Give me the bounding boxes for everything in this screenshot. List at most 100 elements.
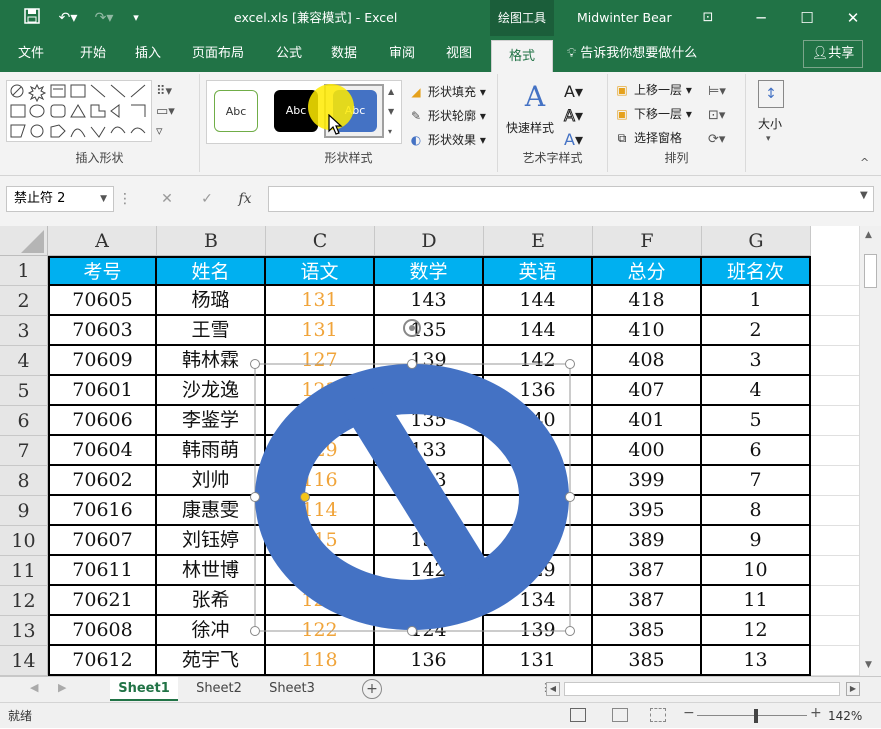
mouse-pointer-icon	[328, 114, 343, 135]
group-wordart-styles: A 快速样式 A▾ A▾ A▾ 艺术字样式	[498, 74, 608, 172]
scroll-up-icon[interactable]: ▲	[865, 230, 872, 240]
scroll-left-icon[interactable]: ◀	[546, 682, 560, 696]
maximize-button[interactable]: ☐	[784, 0, 830, 36]
tab-format[interactable]: 格式	[491, 40, 553, 72]
worksheet-grid: ABCDEFG 1 2 3 4 5 6 7 8 9 10 11 12 13 14 考号 姓名 语文 数学 英语 总分…	[0, 226, 881, 676]
tab-page-layout[interactable]: 页面布局	[192, 36, 244, 72]
sheet-tab-bar: ◀ ▶ Sheet1 Sheet2 Sheet3 + ⋮ ◀ ▶	[0, 676, 881, 702]
ribbon-display-icon[interactable]: ⊡	[685, 0, 731, 36]
zoom-slider[interactable]	[697, 715, 807, 716]
formula-bar: 禁止符 2 ▼ ⋮ ✕ ✓ fx ▼	[0, 176, 881, 226]
title-bar: ↶▾ ↷▾ ▾ excel.xls [兼容模式] - Excel 绘图工具 Mi…	[0, 0, 881, 36]
shape-effects-button[interactable]: ◐ 形状效果 ▾	[408, 130, 486, 150]
person-icon: 👤︎	[811, 46, 829, 61]
rotate-handle-icon	[403, 319, 421, 337]
send-backward-button[interactable]: ▣ 下移一层 ▾	[614, 104, 692, 124]
shape-effects-label: 形状效果	[428, 133, 477, 147]
shape-outline-button[interactable]: ✎ 形状轮廓 ▾	[408, 106, 486, 126]
quick-styles-label[interactable]: 快速样式	[506, 118, 554, 138]
minimize-button[interactable]: ─	[738, 0, 784, 36]
shape-gallery-icons	[10, 83, 146, 138]
vertical-scroll-thumb[interactable]	[864, 254, 877, 288]
sheet-tab-2[interactable]: Sheet2	[185, 677, 253, 701]
horizontal-scrollbar[interactable]	[564, 682, 840, 696]
drawing-tools-context-tab: 绘图工具	[490, 0, 554, 36]
sheet-tab-3[interactable]: Sheet3	[258, 677, 326, 701]
insert-function-icon[interactable]: fx	[230, 186, 260, 212]
group-label-insert-shapes: 插入形状	[75, 151, 124, 165]
size-icon[interactable]: ↕	[758, 80, 784, 108]
zoom-level[interactable]: 142%	[828, 703, 862, 729]
size-dropdown-icon[interactable]: ▾	[766, 134, 771, 144]
group-shape-styles: Abc Abc Abc ▲ ▼ ▾ ◢ 形状填充 ▾ ✎ 形状轮廓 ▾ ◐ 形状效果 ▾ …	[200, 74, 498, 172]
align-group-rotate-buttons[interactable]: ⊨▾ ⊡▾ ⟳▾	[708, 80, 726, 152]
user-name[interactable]: Midwinter Bear	[577, 0, 672, 36]
page-layout-view-icon[interactable]	[612, 708, 628, 722]
cancel-icon[interactable]: ✕	[152, 186, 182, 212]
tab-home[interactable]: 开始	[80, 36, 106, 72]
edit-shape-controls[interactable]: ⠿▾ ▭▾ ▿	[156, 82, 196, 142]
selection-pane-button[interactable]: ⧉ 选择窗格	[614, 128, 682, 148]
prev-sheet-icon[interactable]: ◀	[30, 681, 38, 694]
tab-file[interactable]: 文件	[18, 36, 44, 72]
lightbulb-icon: 💡︎	[567, 46, 581, 61]
tell-me-search[interactable]: 💡︎ 告诉我你想要做什么	[567, 36, 697, 72]
send-backward-icon: ▣	[616, 107, 628, 121]
save-icon[interactable]	[22, 8, 42, 28]
bring-forward-button[interactable]: ▣ 上移一层 ▾	[614, 80, 692, 100]
customize-qat-icon[interactable]: ▾	[126, 8, 146, 28]
pencil-icon: ✎	[410, 109, 422, 123]
send-backward-label: 下移一层	[634, 107, 683, 121]
status-ready: 就绪	[8, 709, 33, 723]
page-break-view-icon[interactable]	[650, 708, 666, 722]
sheet-tab-1[interactable]: Sheet1	[110, 677, 178, 701]
bring-forward-label: 上移一层	[634, 83, 683, 97]
bring-forward-icon: ▣	[616, 83, 628, 97]
size-label[interactable]: 大小	[758, 114, 782, 134]
group-label-wordart: 艺术字样式	[522, 151, 583, 165]
zoom-out-icon[interactable]: −	[683, 705, 695, 721]
tab-view[interactable]: 视图	[446, 36, 472, 72]
formula-input[interactable]	[268, 186, 874, 212]
tab-review[interactable]: 审阅	[389, 36, 415, 72]
wordart-text-buttons[interactable]: A▾ A▾ A▾	[564, 80, 583, 152]
vertical-scrollbar[interactable]: ▲ ▼	[859, 226, 881, 676]
name-box-value: 禁止符 2	[14, 191, 66, 206]
effects-icon: ◐	[410, 133, 422, 147]
selection-pane-label: 选择窗格	[634, 131, 683, 145]
new-sheet-icon[interactable]: +	[362, 679, 382, 699]
prohibition-shape[interactable]	[0, 226, 859, 676]
ribbon: ⠿▾ ▭▾ ▿ 插入形状 Abc Abc Abc ▲ ▼ ▾ ◢ 形状填充 ▾ ✎ 形状轮廓…	[0, 72, 881, 176]
zoom-slider-thumb[interactable]	[754, 709, 758, 723]
quick-styles-icon[interactable]: A	[510, 80, 560, 113]
close-button[interactable]: ✕	[830, 0, 876, 36]
tab-insert[interactable]: 插入	[135, 36, 161, 72]
adjustment-handle	[300, 492, 310, 502]
undo-icon[interactable]: ↶▾	[54, 8, 82, 28]
scroll-down-icon[interactable]: ▼	[865, 660, 872, 670]
tab-formulas[interactable]: 公式	[276, 36, 302, 72]
window-title: excel.xls [兼容模式] - Excel	[234, 10, 398, 25]
redo-icon[interactable]: ↷▾	[90, 8, 118, 28]
expand-formula-icon[interactable]: ▼	[860, 190, 868, 201]
share-button[interactable]: 👤︎共享	[803, 40, 863, 68]
collapse-ribbon-icon[interactable]: ^	[860, 156, 869, 169]
ribbon-tabs: 文件 开始 插入 页面布局 公式 数据 审阅 视图 格式 💡︎ 告诉我你想要做什…	[0, 36, 881, 72]
style-sample-light[interactable]: Abc	[214, 90, 258, 132]
name-box[interactable]: 禁止符 2 ▼	[6, 186, 114, 212]
shape-fill-button[interactable]: ◢ 形状填充 ▾	[408, 82, 485, 102]
group-size: ↕ 大小 ▾	[746, 74, 796, 172]
chevron-down-icon: ▼	[100, 194, 107, 204]
group-arrange: ▣ 上移一层 ▾ ▣ 下移一层 ▾ ⧉ 选择窗格 ⊨▾ ⊡▾ ⟳▾ 排列	[608, 74, 746, 172]
tab-data[interactable]: 数据	[331, 36, 357, 72]
normal-view-icon[interactable]	[570, 708, 586, 722]
shape-gallery[interactable]	[6, 80, 152, 142]
scroll-right-icon[interactable]: ▶	[846, 682, 860, 696]
paint-bucket-icon: ◢	[411, 85, 421, 99]
gallery-scroll[interactable]: ▲ ▼ ▾	[388, 82, 400, 142]
next-sheet-icon[interactable]: ▶	[58, 681, 66, 694]
status-bar: 就绪 − + 142%	[0, 702, 881, 728]
enter-icon[interactable]: ✓	[192, 186, 222, 212]
zoom-in-icon[interactable]: +	[810, 705, 822, 721]
shape-fill-label: 形状填充	[428, 85, 477, 99]
